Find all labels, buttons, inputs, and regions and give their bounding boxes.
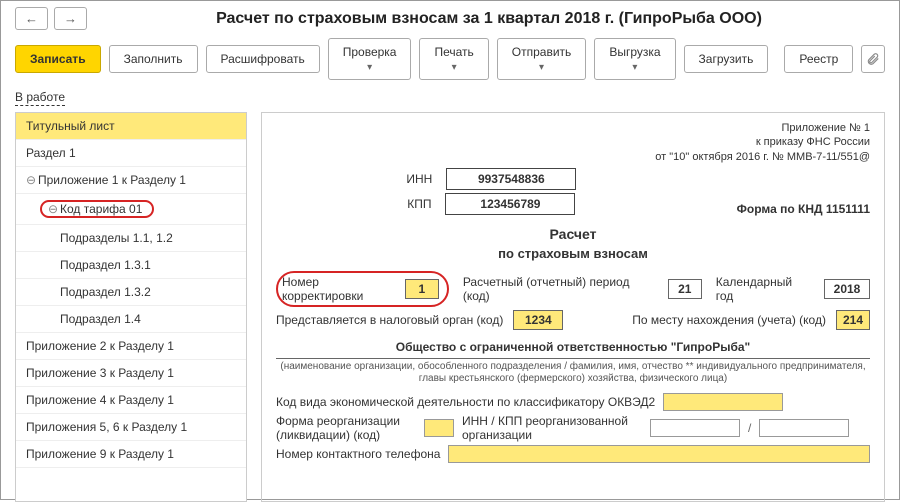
- section-tree: Титульный лист Раздел 1 ⊖Приложение 1 к …: [15, 112, 247, 502]
- page-title: Расчет по страховым взносам за 1 квартал…: [93, 10, 885, 28]
- tree-item-app4[interactable]: Приложение 4 к Разделу 1: [16, 387, 246, 414]
- tree-item-app9[interactable]: Приложение 9 к Разделу 1: [16, 441, 246, 468]
- tax-auth-value[interactable]: 1234: [513, 310, 563, 330]
- reorg-inn-label: ИНН / КПП реорганизованной организации: [462, 414, 642, 442]
- knd-code: Форма по КНД 1151111: [737, 202, 870, 218]
- kpp-label: КПП: [407, 197, 431, 211]
- registry-button[interactable]: Реестр: [784, 45, 853, 73]
- phone-input[interactable]: [448, 445, 870, 463]
- export-button[interactable]: Выгрузка: [594, 38, 675, 80]
- form-panel: Приложение № 1 к приказу ФНС России от "…: [261, 112, 885, 502]
- tree-item-sub131[interactable]: Подраздел 1.3.1: [16, 252, 246, 279]
- form-appendix: Приложение № 1: [276, 121, 870, 135]
- reorg-label: Форма реорганизации (ликвидации) (код): [276, 414, 416, 442]
- correction-label: Номер корректировки: [282, 275, 399, 303]
- period-label: Расчетный (отчетный) период (код): [463, 275, 654, 303]
- tree-item-app1[interactable]: ⊖Приложение 1 к Разделу 1: [16, 167, 246, 194]
- org-name: Общество с ограниченной ответственностью…: [276, 336, 870, 359]
- kpp-value[interactable]: 123456789: [445, 193, 575, 215]
- tax-auth-label: Представляется в налоговый орган (код): [276, 313, 503, 327]
- form-order: к приказу ФНС России: [276, 135, 870, 149]
- year-value[interactable]: 2018: [824, 279, 870, 299]
- write-button[interactable]: Записать: [15, 45, 101, 73]
- inn-value[interactable]: 9937548836: [446, 168, 576, 190]
- year-label: Календарный год: [716, 275, 810, 303]
- tree-item-app3[interactable]: Приложение 3 к Разделу 1: [16, 360, 246, 387]
- reorg-kpp-input[interactable]: [759, 419, 849, 437]
- tree-item-app2[interactable]: Приложение 2 к Разделу 1: [16, 333, 246, 360]
- send-button[interactable]: Отправить: [497, 38, 587, 80]
- place-value[interactable]: 214: [836, 310, 870, 330]
- okved-input[interactable]: [663, 393, 783, 411]
- print-button[interactable]: Печать: [419, 38, 488, 80]
- tree-item-sub14[interactable]: Подраздел 1.4: [16, 306, 246, 333]
- nav-forward-button[interactable]: →: [54, 7, 87, 30]
- import-button[interactable]: Загрузить: [684, 45, 769, 73]
- inn-label: ИНН: [406, 172, 432, 186]
- tree-item-sub132[interactable]: Подраздел 1.3.2: [16, 279, 246, 306]
- form-title-2: по страховым взносам: [276, 246, 870, 261]
- fill-button[interactable]: Заполнить: [109, 45, 198, 73]
- form-title-1: Расчет: [276, 226, 870, 242]
- tree-item-tariff01[interactable]: ⊖Код тарифа 01: [16, 194, 246, 225]
- correction-value[interactable]: 1: [405, 279, 439, 299]
- tree-item-app56[interactable]: Приложения 5, 6 к Разделу 1: [16, 414, 246, 441]
- tree-item-sub11-12[interactable]: Подразделы 1.1, 1.2: [16, 225, 246, 252]
- tree-item-title-page[interactable]: Титульный лист: [16, 113, 246, 140]
- okved-label: Код вида экономической деятельности по к…: [276, 395, 655, 409]
- attachment-icon[interactable]: [861, 45, 885, 73]
- decrypt-button[interactable]: Расшифровать: [206, 45, 320, 73]
- status-label[interactable]: В работе: [1, 90, 899, 112]
- org-note: (наименование организации, обособленного…: [276, 361, 870, 385]
- reorg-code-input[interactable]: [424, 419, 454, 437]
- period-value[interactable]: 21: [668, 279, 702, 299]
- tree-item-section1[interactable]: Раздел 1: [16, 140, 246, 167]
- form-order-date: от "10" октября 2016 г. № ММВ-7-11/551@: [276, 150, 870, 164]
- phone-label: Номер контактного телефона: [276, 447, 440, 461]
- nav-back-button[interactable]: ←: [15, 7, 48, 30]
- reorg-inn-input[interactable]: [650, 419, 740, 437]
- place-label: По месту нахождения (учета) (код): [632, 313, 826, 327]
- check-button[interactable]: Проверка: [328, 38, 412, 80]
